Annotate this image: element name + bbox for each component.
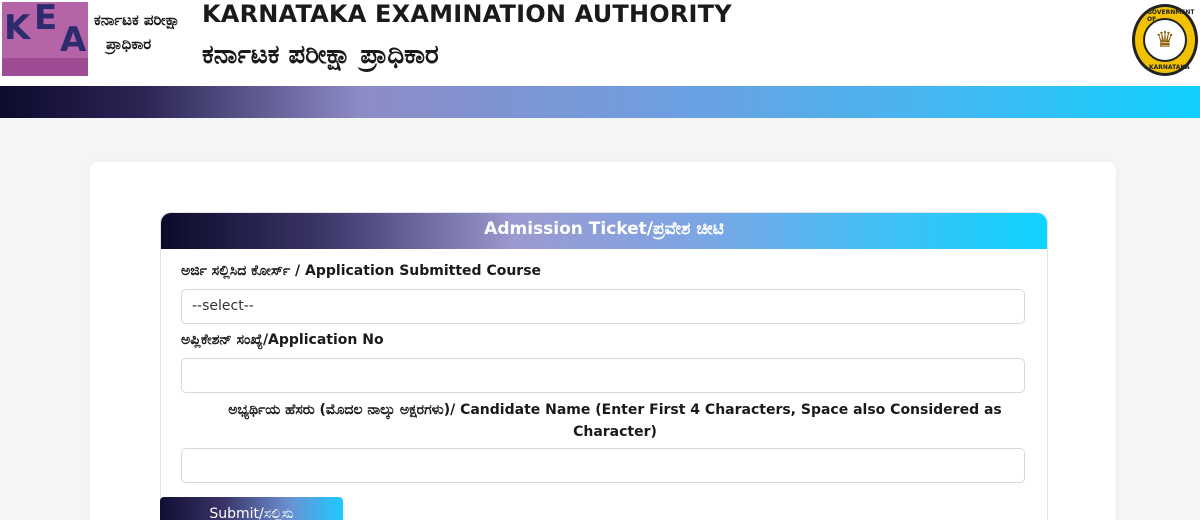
- header-gradient-bar: [0, 86, 1200, 118]
- course-label: ಅರ್ಜಿ ಸಲ್ಲಿಸಿದ ಕೋರ್ಸ್ / Application Subm…: [181, 263, 542, 279]
- kea-logo[interactable]: K E A: [2, 0, 88, 76]
- logo-letter-a: A: [60, 20, 87, 60]
- emblem-top-text: GOVERNMENT OF: [1147, 9, 1195, 23]
- course-select[interactable]: --select--: [181, 289, 1025, 324]
- logo-kannada-text: ಕರ್ನಾಟಕ ಪರೀಕ್ಷಾ ಪ್ರಾಧಿಕಾರ: [94, 8, 180, 56]
- government-emblem-icon: GOVERNMENT OF ♛ KARNATAKA: [1132, 4, 1198, 76]
- candidate-name-input[interactable]: [181, 448, 1025, 483]
- submit-button[interactable]: Submit/ಸಲ್ಲಿಸು: [160, 497, 343, 520]
- page-title-english: KARNATAKA EXAMINATION AUTHORITY: [202, 0, 732, 28]
- application-no-label: ಅಪ್ಲಿಕೇಶನ್ ಸಂಖ್ಯೆ/Application No: [181, 332, 384, 348]
- logo-band: [2, 58, 88, 76]
- page-title-kannada: ಕರ್ನಾಟಕ ಪರೀಕ್ಷಾ ಪ್ರಾಧಿಕಾರ: [202, 40, 439, 70]
- site-header: K E A ಕರ್ನಾಟಕ ಪರೀಕ್ಷಾ ಪ್ರಾಧಿಕಾರ KARNATAK…: [0, 0, 1200, 86]
- emblem-crest-icon: ♛: [1143, 18, 1187, 62]
- candidate-name-label: ಅಭ್ಯರ್ಥಿಯ ಹೆಸರು (ಮೊದಲ ನಾಲ್ಕು ಅಕ್ಷರಗಳು)/ …: [228, 402, 1002, 440]
- panel-title: Admission Ticket/ಪ್ರವೇಶ ಚೀಟಿ: [161, 213, 1047, 249]
- application-no-input[interactable]: [181, 358, 1025, 393]
- logo-letter-k: K: [4, 8, 31, 48]
- logo-kn-line1: ಕರ್ನಾಟಕ ಪರೀಕ್ಷಾ: [94, 11, 181, 29]
- logo-letter-e: E: [34, 0, 58, 38]
- logo-kn-line2: ಪ್ರಾಧಿಕಾರ: [106, 35, 152, 53]
- emblem-bottom-text: KARNATAKA: [1149, 64, 1190, 71]
